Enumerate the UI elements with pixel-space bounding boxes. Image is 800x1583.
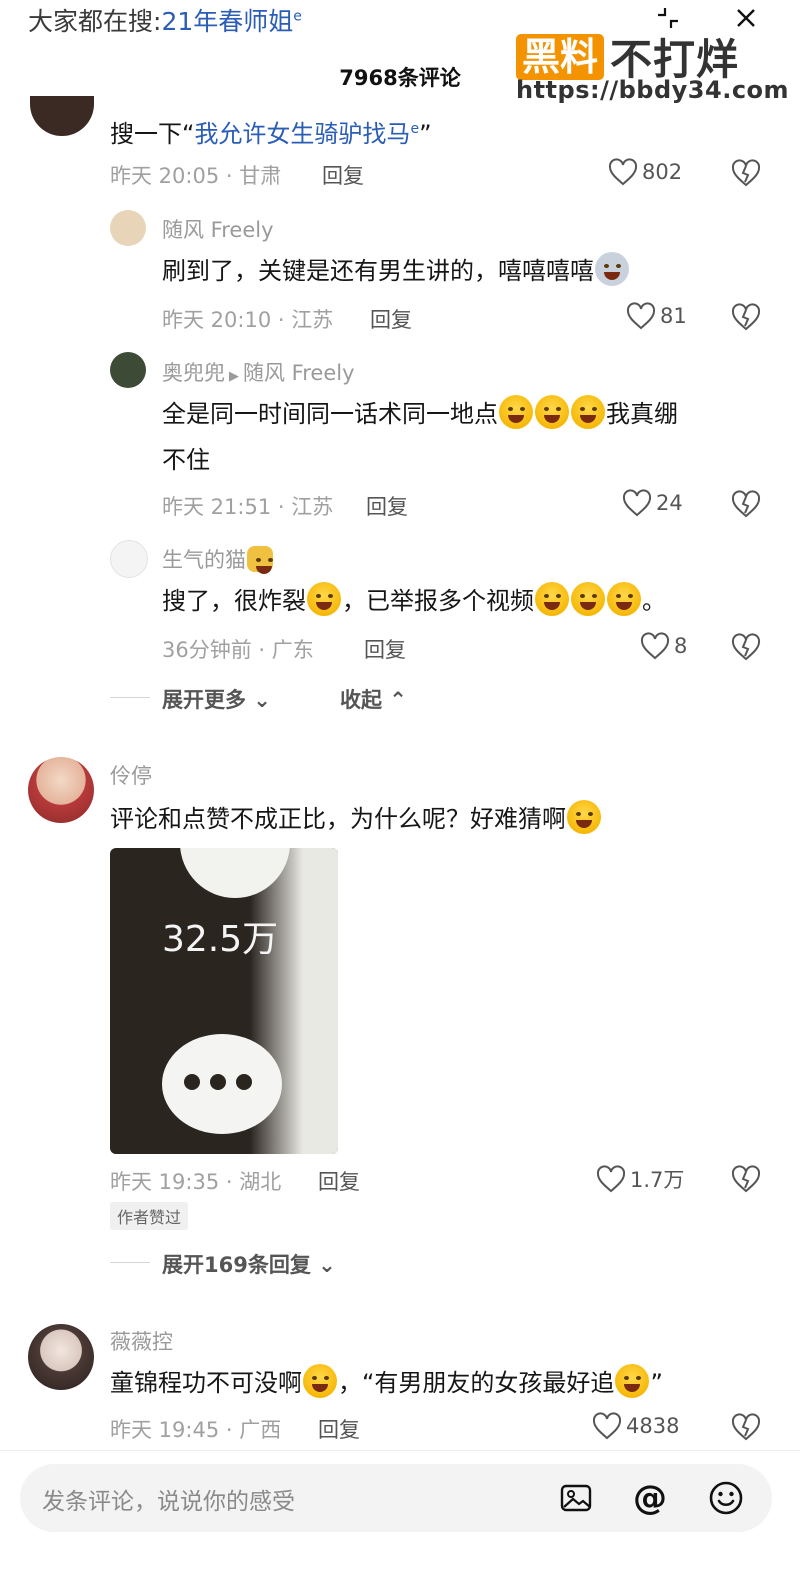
reply-button[interactable]: 回复 xyxy=(318,1166,360,1196)
like-button[interactable]: 8 xyxy=(640,632,687,660)
avatar[interactable] xyxy=(28,1324,94,1390)
comment-text: 评论和点赞不成正比，为什么呢？好难猜啊 xyxy=(110,796,602,842)
dislike-icon[interactable] xyxy=(730,158,762,190)
heart-icon xyxy=(596,1165,626,1193)
watermark-url: https://bbdy34.com xyxy=(516,76,790,104)
like-button[interactable]: 1.7万 xyxy=(596,1164,684,1194)
smile-emoji-icon xyxy=(567,800,601,834)
reply-button[interactable]: 回复 xyxy=(366,491,408,521)
comment-meta: 昨天 20:10 · 江苏 xyxy=(162,308,334,332)
chevron-down-icon: ⌄ xyxy=(246,688,271,712)
comment-input[interactable]: 发条评论，说说你的感受 xyxy=(42,1482,295,1516)
divider xyxy=(0,1450,800,1451)
reply-button[interactable]: 回复 xyxy=(370,304,412,334)
search-suggestion[interactable]: 大家都在搜:21年春师姐𝖾 xyxy=(28,2,302,38)
divider xyxy=(110,697,150,698)
comment-bubble-icon xyxy=(162,1034,282,1134)
image-icon[interactable] xyxy=(556,1478,596,1518)
comment-meta: 36分钟前 · 广东 xyxy=(162,638,314,662)
like-count: 24 xyxy=(656,491,683,515)
like-button[interactable]: 24 xyxy=(622,489,683,517)
like-button[interactable]: 4838 xyxy=(592,1412,679,1440)
search-icon: 𝖾 xyxy=(410,121,420,137)
comment-text: 搜一下“我允许女生骑驴找马𝖾” xyxy=(110,120,432,148)
comment-text-line2: 不住 xyxy=(162,446,210,474)
username[interactable]: 薇薇控 xyxy=(110,1326,173,1356)
reply-button[interactable]: 回复 xyxy=(322,160,364,190)
grin-sweat-emoji-icon xyxy=(307,582,341,616)
heart-icon xyxy=(608,158,638,186)
avatar[interactable] xyxy=(30,96,94,136)
comment-text: 刷到了，关键是还有男生讲的，嘻嘻嘻嘻 xyxy=(162,248,630,294)
avatar[interactable] xyxy=(110,540,148,578)
expand-more-button[interactable]: 展开更多 ⌄ xyxy=(162,684,271,714)
dislike-icon[interactable] xyxy=(730,1412,762,1444)
laugh-cry-emoji-icon xyxy=(535,395,569,429)
search-icon: 𝖾 xyxy=(293,8,302,25)
heart-icon xyxy=(640,632,670,660)
like-count: 8 xyxy=(674,634,688,658)
dislike-icon[interactable] xyxy=(730,302,762,334)
grin-sweat-emoji-icon xyxy=(571,582,605,616)
expand-replies-button[interactable]: 展开169条回复 ⌄ xyxy=(162,1249,336,1279)
reply-arrow-icon: ▶ xyxy=(229,369,239,384)
dislike-icon[interactable] xyxy=(730,632,762,664)
at-icon[interactable]: @ xyxy=(630,1478,670,1518)
avatar[interactable] xyxy=(110,210,146,246)
angry-cat-emoji-icon xyxy=(247,546,273,574)
username[interactable]: 伶停 xyxy=(110,760,152,790)
emoji-icon[interactable] xyxy=(706,1478,746,1518)
chevron-down-icon: ⌄ xyxy=(310,1253,336,1277)
like-count: 1.7万 xyxy=(630,1168,685,1192)
like-button[interactable]: 81 xyxy=(626,302,687,330)
like-count: 4838 xyxy=(626,1414,680,1438)
author-liked-badge: 作者赞过 xyxy=(110,1202,189,1230)
like-button[interactable]: 802 xyxy=(608,158,682,186)
avatar[interactable] xyxy=(110,352,146,388)
username-link[interactable]: 奥兜兜 xyxy=(162,361,225,385)
grin-sweat-emoji-icon xyxy=(607,582,641,616)
search-link[interactable]: 我允许女生骑驴找马 xyxy=(194,120,410,148)
username[interactable]: 随风 Freely xyxy=(162,214,274,244)
grin-sweat-emoji-icon xyxy=(535,582,569,616)
dislike-icon[interactable] xyxy=(730,1164,762,1196)
heart-icon xyxy=(622,489,652,517)
search-suggestion-prefix: 大家都在搜: xyxy=(28,7,162,36)
watermark-badge: 黑料 xyxy=(516,33,605,80)
comment-meta: 昨天 19:45 · 广西 xyxy=(110,1418,282,1442)
comment-text: 全是同一时间同一话术同一地点 我真绷 xyxy=(162,391,678,437)
comment-meta: 昨天 20:05 · 甘肃 xyxy=(110,164,282,188)
comment-text: 童锦程功不可没啊 ，“有男朋友的女孩最好追” xyxy=(110,1360,663,1406)
husky-emoji-icon xyxy=(595,252,629,286)
heart-icon xyxy=(626,302,656,330)
laugh-cry-emoji-icon xyxy=(303,1364,337,1398)
dislike-icon[interactable] xyxy=(730,489,762,521)
comment-meta: 昨天 21:51 · 江苏 xyxy=(162,495,334,519)
search-suggestion-keyword[interactable]: 21年春师姐 xyxy=(161,7,293,36)
heart-icon xyxy=(592,1412,622,1440)
reply-button[interactable]: 回复 xyxy=(318,1414,360,1444)
image-like-count: 32.5万 xyxy=(162,919,279,960)
like-count: 81 xyxy=(660,304,687,328)
username[interactable]: 生气的猫 xyxy=(162,544,274,574)
reply-button[interactable]: 回复 xyxy=(364,634,406,664)
laugh-cry-emoji-icon xyxy=(571,395,605,429)
avatar[interactable] xyxy=(28,757,94,823)
comment-meta: 昨天 19:35 · 湖北 xyxy=(110,1170,282,1194)
collapse-button[interactable]: 收起 ⌃ xyxy=(340,684,407,714)
divider xyxy=(110,1262,150,1263)
username: 奥兜兜 ▶ 随风 Freely xyxy=(162,357,355,387)
comment-text: 搜了，很炸裂 ，已举报多个视频。 xyxy=(162,578,666,624)
reply-to-username[interactable]: 随风 Freely xyxy=(243,361,355,385)
laugh-cry-emoji-icon xyxy=(615,1364,650,1398)
like-count: 802 xyxy=(642,160,683,184)
comment-image[interactable]: 32.5万 xyxy=(110,848,338,1154)
chevron-up-icon: ⌃ xyxy=(382,688,407,712)
laugh-cry-emoji-icon xyxy=(499,395,533,429)
